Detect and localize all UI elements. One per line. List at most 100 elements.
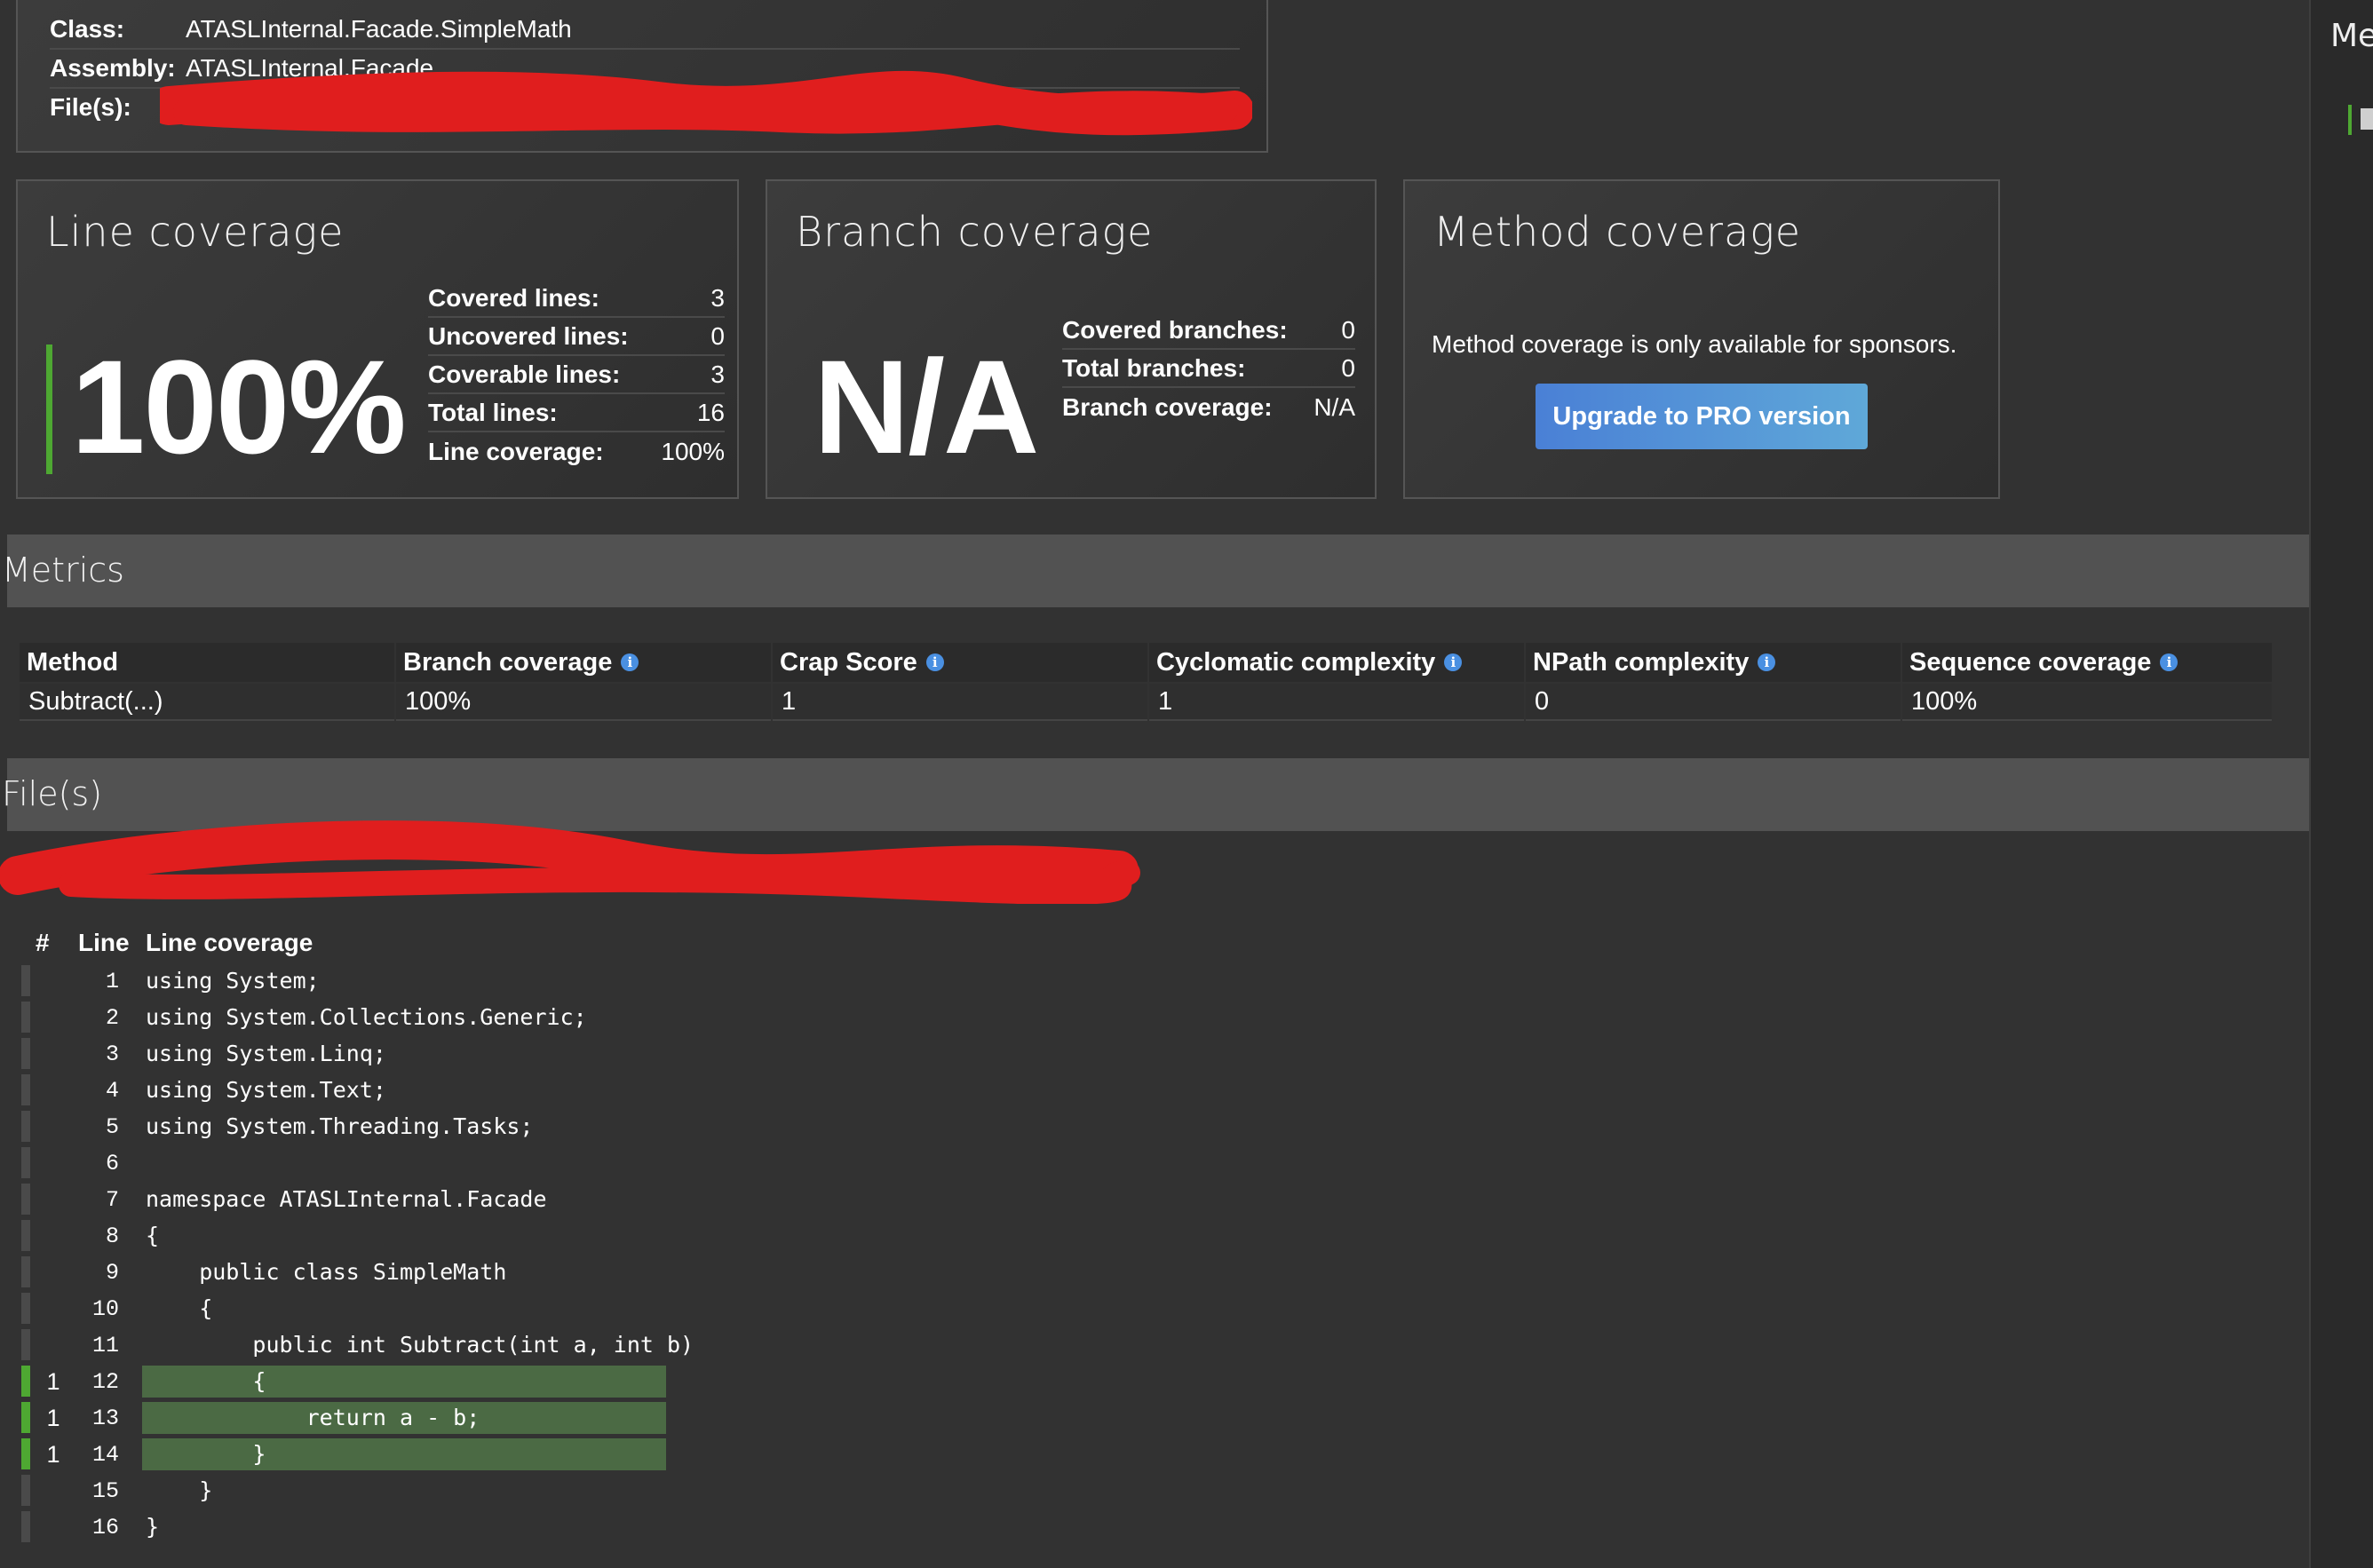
stat-row: Covered lines: 3 [428, 281, 725, 318]
line-coverage-card: Line coverage 100% Covered lines: 3 Unco… [16, 179, 739, 499]
code-line: 1 14 } [0, 1436, 799, 1472]
line-number[interactable]: 4 [80, 1078, 119, 1104]
stat-value: 16 [696, 399, 725, 426]
redaction-scribble [0, 820, 1140, 904]
stat-label: Uncovered lines: [428, 322, 629, 350]
column-label: NPath complexity [1533, 647, 1750, 677]
coverage-marker [21, 1402, 30, 1433]
metrics-section-header: Metrics [2, 535, 2309, 607]
line-number[interactable]: 2 [80, 1005, 119, 1031]
source-code: public int Subtract(int a, int b) [146, 1332, 694, 1358]
stat-value: 0 [710, 322, 725, 350]
stat-value: 3 [710, 360, 725, 388]
info-icon[interactable]: i [925, 653, 944, 671]
upgrade-pro-button[interactable]: Upgrade to PRO version [1536, 384, 1868, 449]
stat-row: Covered branches: 0 [1062, 313, 1355, 350]
source-code: { [146, 1295, 213, 1321]
coverage-marker [21, 1438, 30, 1469]
source-code: using System.Collections.Generic; [146, 1004, 587, 1030]
coverage-marker [21, 1220, 30, 1251]
code-line: 1 12 { [0, 1363, 799, 1399]
stat-row: Branch coverage: N/A [1062, 389, 1355, 426]
coverage-marker [21, 965, 30, 996]
cell-value: 100% [1911, 686, 1978, 716]
stat-row: Coverable lines: 3 [428, 357, 725, 394]
stat-value: 0 [1341, 316, 1355, 344]
stat-value: N/A [1313, 393, 1355, 421]
line-number[interactable]: 14 [80, 1442, 119, 1468]
cell-value: 0 [1535, 686, 1550, 716]
coverage-marker [21, 1256, 30, 1287]
source-code: namespace ATASLInternal.Facade [146, 1186, 547, 1212]
info-icon[interactable]: i [621, 653, 639, 671]
line-number[interactable]: 13 [80, 1406, 119, 1431]
coverage-marker [21, 1366, 30, 1397]
line-number[interactable]: 6 [80, 1151, 119, 1176]
code-header-line: Line [78, 929, 130, 956]
source-code: } [146, 1514, 160, 1540]
stat-label: Total branches: [1062, 354, 1246, 382]
code-line: 6 [0, 1144, 799, 1181]
info-icon[interactable]: i [2160, 653, 2179, 671]
code-line: 7 namespace ATASLInternal.Facade [0, 1181, 799, 1217]
source-code: using System.Threading.Tasks; [146, 1113, 534, 1139]
metrics-cell-method[interactable]: Subtract(...) [20, 684, 394, 721]
coverage-marker [21, 1147, 30, 1178]
line-number[interactable]: 3 [80, 1041, 119, 1067]
line-number[interactable]: 9 [80, 1260, 119, 1286]
card-title: Method coverage [1433, 208, 1802, 256]
source-code: { [146, 1223, 160, 1248]
stat-label: Line coverage: [428, 438, 604, 465]
line-number[interactable]: 7 [80, 1187, 119, 1213]
info-icon[interactable]: i [1758, 653, 1776, 671]
line-number[interactable]: 1 [80, 969, 119, 994]
code-line: 15 } [0, 1472, 799, 1509]
source-code: using System.Linq; [146, 1041, 386, 1066]
method-link[interactable]: Subtract(...) [28, 687, 163, 717]
stat-row: Total lines: 16 [428, 395, 725, 432]
stat-row: Line coverage: 100% [428, 433, 725, 471]
stat-label: Coverable lines: [428, 360, 621, 388]
code-line: 2 using System.Collections.Generic; [0, 999, 799, 1035]
metrics-cell: 100% [396, 684, 771, 721]
metrics-header-sequence[interactable]: Sequence coverage i [1902, 643, 2272, 682]
metrics-header-crap-score[interactable]: Crap Score i [773, 643, 1147, 682]
code-line: 16} [0, 1509, 799, 1545]
line-number[interactable]: 12 [80, 1369, 119, 1395]
source-code: using System.Text; [146, 1077, 386, 1103]
line-number[interactable]: 10 [80, 1296, 119, 1322]
method-coverage-card: Method coverage Method coverage is only … [1403, 179, 2000, 499]
line-number[interactable]: 5 [80, 1114, 119, 1140]
metrics-header-branch-coverage[interactable]: Branch coverage i [396, 643, 771, 682]
cell-value: 100% [405, 686, 472, 716]
panel-indicator-bar [2348, 105, 2352, 135]
cell-value: 1 [782, 686, 797, 716]
line-number[interactable]: 8 [80, 1224, 119, 1249]
column-label: Crap Score [780, 647, 917, 677]
source-code: using System; [146, 968, 320, 994]
metrics-header-method[interactable]: Method [20, 643, 394, 682]
line-number[interactable]: 16 [80, 1515, 119, 1540]
code-line: 4 using System.Text; [0, 1072, 799, 1108]
metrics-header-npath[interactable]: NPath complexity i [1526, 643, 1901, 682]
coverage-marker [21, 1038, 30, 1069]
metrics-cell: 1 [1149, 684, 1524, 721]
coverage-indicator-bar [46, 344, 52, 474]
hit-count: 1 [46, 1405, 60, 1431]
source-code: { [142, 1366, 666, 1398]
stat-value: 0 [1341, 354, 1355, 382]
line-number[interactable]: 15 [80, 1478, 119, 1504]
metrics-header-cyclomatic[interactable]: Cyclomatic complexity i [1149, 643, 1524, 682]
code-header-hash: # [36, 929, 50, 956]
source-code: } [142, 1438, 666, 1470]
info-icon[interactable]: i [1444, 653, 1463, 671]
code-header-coverage: Line coverage [146, 929, 313, 956]
source-code: return a - b; [142, 1402, 666, 1434]
class-value: ATASLInternal.Facade.SimpleMath [186, 15, 572, 43]
redaction-scribble [160, 70, 1252, 136]
line-number[interactable]: 11 [80, 1333, 119, 1358]
stat-row: Total branches: 0 [1062, 351, 1355, 388]
code-line: 8{ [0, 1217, 799, 1254]
branch-coverage-card: Branch coverage N/A Covered branches: 0 … [766, 179, 1377, 499]
stat-row: Uncovered lines: 0 [428, 319, 725, 356]
